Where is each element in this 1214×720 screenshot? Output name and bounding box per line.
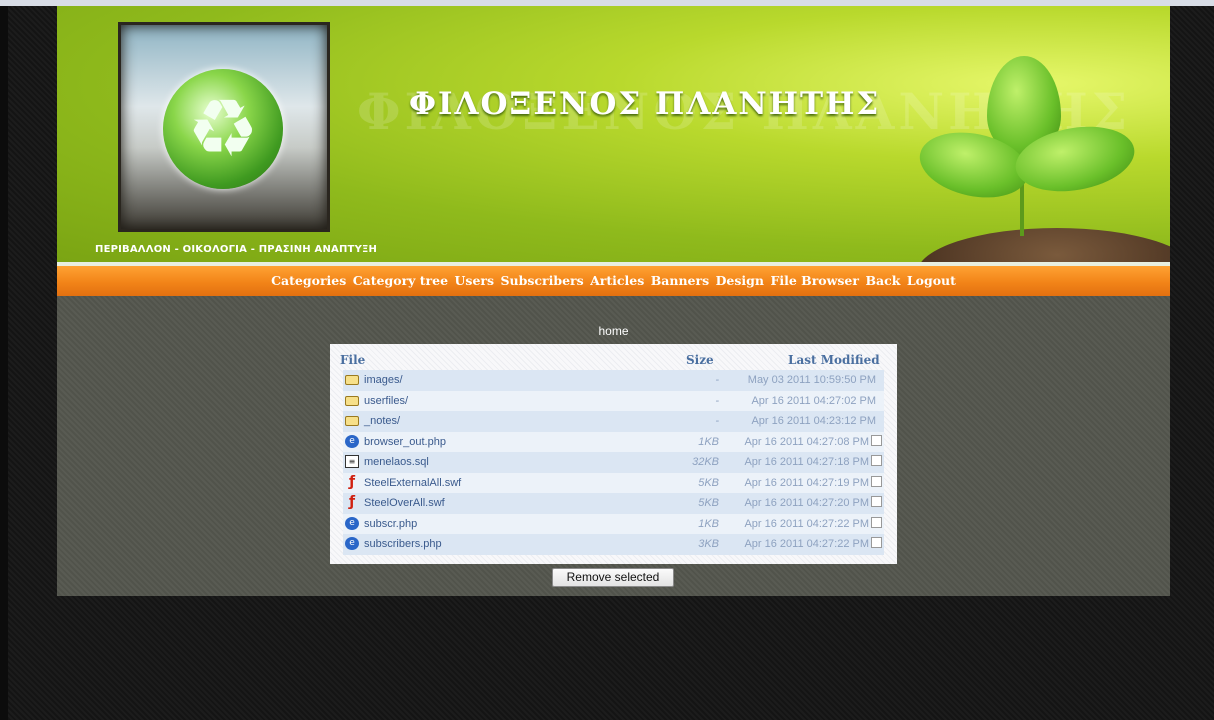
file-row: e browser_out.php 1KB Apr 16 2011 04:27:…	[343, 431, 884, 452]
file-modified: Apr 16 2011 04:27:22 PM	[744, 517, 869, 530]
site-logo: ♻	[118, 22, 330, 232]
site-header: ♻ ΦΙΛΟΞΕΝΟΣ ΠΛΑΝΗΤΗΣ ΦΙΛΟΞΕΝΟΣ ΠΛΑΝΗΤΗΣ …	[57, 6, 1170, 265]
file-row: ƒ SteelOverAll.swf 5KB Apr 16 2011 04:27…	[343, 493, 884, 514]
folder-icon	[345, 375, 359, 385]
column-modified-header[interactable]: Last Modified	[788, 353, 880, 367]
file-row: userfiles/ - Apr 16 2011 04:27:02 PM	[343, 390, 884, 411]
nav-users[interactable]: Users	[455, 266, 495, 296]
file-row: e subscribers.php 3KB Apr 16 2011 04:27:…	[343, 534, 884, 555]
flash-file-icon: ƒ	[348, 473, 356, 490]
file-browser-panel: File Size Last Modified images/ - May 03…	[330, 344, 897, 564]
file-modified: Apr 16 2011 04:27:02 PM	[751, 394, 876, 407]
file-row: _notes/ - Apr 16 2011 04:23:12 PM	[343, 411, 884, 432]
file-row: ƒ SteelExternalAll.swf 5KB Apr 16 2011 0…	[343, 472, 884, 493]
file-name-link[interactable]: SteelExternalAll.swf	[364, 477, 461, 489]
select-checkbox[interactable]	[871, 496, 882, 507]
nav-banners[interactable]: Banners	[651, 266, 709, 296]
file-size: -	[715, 415, 719, 427]
nav-subscribers[interactable]: Subscribers	[500, 266, 583, 296]
file-modified: Apr 16 2011 04:27:08 PM	[744, 435, 869, 448]
file-modified: May 03 2011 10:59:50 PM	[747, 374, 876, 386]
file-size: 5KB	[698, 497, 719, 509]
php-file-icon: e	[345, 434, 359, 448]
nav-logout[interactable]: Logout	[907, 266, 956, 296]
flash-file-icon: ƒ	[348, 494, 356, 510]
select-checkbox[interactable]	[871, 434, 882, 446]
column-size-header[interactable]: Size	[686, 353, 714, 367]
php-file-icon: e	[345, 516, 359, 530]
site-tagline: ΠΕΡΙΒΑΛΛΟΝ - ΟΙΚΟΛΟΓΙΑ - ΠΡΑΣΙΝΗ ΑΝΑΠΤΥΞ…	[95, 244, 378, 255]
file-name-link[interactable]: menelaos.sql	[364, 456, 429, 468]
remove-selected-button[interactable]: Remove selected	[552, 568, 674, 587]
soil-hill-graphic	[917, 228, 1170, 265]
sql-file-icon: ≡	[345, 455, 359, 468]
file-row: images/ - May 03 2011 10:59:50 PM	[343, 370, 884, 391]
recycle-icon: ♻	[163, 69, 283, 189]
main-nav: Categories Category tree Users Subscribe…	[57, 266, 1170, 296]
file-size: 1KB	[698, 435, 719, 448]
nav-file-browser[interactable]: File Browser	[770, 266, 859, 296]
select-checkbox[interactable]	[871, 537, 882, 548]
file-name-link[interactable]: subscr.php	[364, 518, 417, 530]
file-size: 1KB	[698, 517, 719, 530]
file-size: 3KB	[698, 538, 719, 550]
folder-icon	[345, 395, 359, 406]
current-path: home	[598, 324, 629, 338]
site-title: ΦΙΛΟΞΕΝΟΣ ΠΛΑΝΗΤΗΣ	[409, 86, 881, 122]
file-modified: Apr 16 2011 04:27:22 PM	[744, 538, 869, 550]
file-row: e subscr.php 1KB Apr 16 2011 04:27:22 PM	[343, 513, 884, 534]
file-modified: Apr 16 2011 04:27:18 PM	[744, 456, 869, 468]
file-list-header: File Size Last Modified	[340, 353, 880, 367]
file-modified: Apr 16 2011 04:27:19 PM	[744, 476, 869, 489]
file-size: 5KB	[698, 476, 719, 489]
left-edge-bar	[0, 6, 8, 720]
nav-back[interactable]: Back	[865, 266, 900, 296]
nav-articles[interactable]: Articles	[590, 266, 644, 296]
file-row: ≡ menelaos.sql 32KB Apr 16 2011 04:27:18…	[343, 452, 884, 473]
select-checkbox[interactable]	[871, 516, 882, 528]
file-name-link[interactable]: SteelOverAll.swf	[364, 497, 445, 509]
nav-category-tree[interactable]: Category tree	[353, 266, 448, 296]
file-name-link[interactable]: subscribers.php	[364, 538, 442, 550]
file-name-link[interactable]: browser_out.php	[364, 436, 446, 448]
file-name-link[interactable]: userfiles/	[364, 395, 408, 407]
php-file-icon: e	[345, 537, 359, 550]
file-list: images/ - May 03 2011 10:59:50 PM userfi…	[343, 370, 884, 555]
page-container: ♻ ΦΙΛΟΞΕΝΟΣ ΠΛΑΝΗΤΗΣ ΦΙΛΟΞΕΝΟΣ ΠΛΑΝΗΤΗΣ …	[57, 6, 1170, 596]
column-file-header[interactable]: File	[340, 353, 365, 367]
file-size: -	[715, 394, 719, 407]
nav-categories[interactable]: Categories	[271, 266, 346, 296]
file-name-link[interactable]: images/	[364, 374, 403, 386]
folder-icon	[345, 416, 359, 426]
file-size: 32KB	[692, 456, 719, 468]
file-name-link[interactable]: _notes/	[364, 415, 400, 427]
file-size: -	[715, 374, 719, 386]
nav-design[interactable]: Design	[716, 266, 764, 296]
select-checkbox[interactable]	[871, 455, 882, 466]
file-modified: Apr 16 2011 04:23:12 PM	[751, 415, 876, 427]
select-checkbox[interactable]	[871, 475, 882, 487]
file-modified: Apr 16 2011 04:27:20 PM	[744, 497, 869, 509]
